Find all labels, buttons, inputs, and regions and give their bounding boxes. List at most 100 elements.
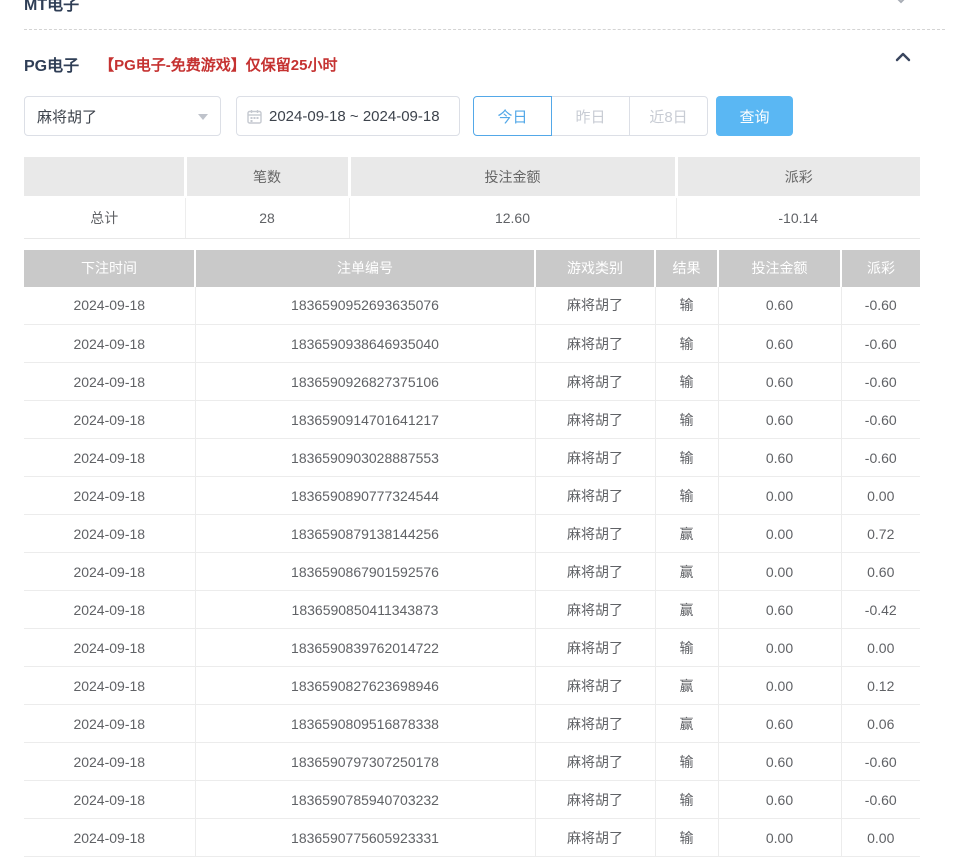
query-button[interactable]: 查询 <box>716 96 793 136</box>
payout-cell: -0.60 <box>841 325 920 363</box>
previous-section-row: MT电子 <box>24 0 945 12</box>
today-button[interactable]: 今日 <box>473 96 552 136</box>
date-range-value: 2024-09-18 ~ 2024-09-18 <box>269 108 440 125</box>
table-row: 2024-09-181836590867901592576麻将胡了赢0.000.… <box>24 553 920 591</box>
game-type-cell: 麻将胡了 <box>535 629 655 667</box>
header-result: 结果 <box>655 250 718 287</box>
table-row: 2024-09-181836590952693635076麻将胡了输0.60-0… <box>24 287 920 325</box>
game-type-cell: 麻将胡了 <box>535 287 655 325</box>
payout-cell: 0.00 <box>841 629 920 667</box>
payout-cell: 0.00 <box>841 477 920 515</box>
result-cell: 输 <box>655 401 718 439</box>
order-id-cell: 1836590903028887553 <box>195 439 535 477</box>
game-type-cell: 麻将胡了 <box>535 477 655 515</box>
bet-amount-cell: 0.60 <box>718 705 841 743</box>
payout-cell: 0.72 <box>841 515 920 553</box>
table-row: 2024-09-181836590903028887553麻将胡了输0.60-0… <box>24 439 920 477</box>
order-id-cell: 1836590938646935040 <box>195 325 535 363</box>
payout-cell: 0.60 <box>841 553 920 591</box>
table-row: 2024-09-181836590926827375106麻将胡了输0.60-0… <box>24 363 920 401</box>
game-type-cell: 麻将胡了 <box>535 439 655 477</box>
result-cell: 输 <box>655 781 718 819</box>
collapse-section-button[interactable] <box>894 50 912 67</box>
payout-cell: 0.12 <box>841 667 920 705</box>
bet-amount-cell: 0.60 <box>718 287 841 325</box>
bet-table-body: 2024-09-181836590952693635076麻将胡了输0.60-0… <box>24 287 920 857</box>
order-id-cell: 1836590879138144256 <box>195 515 535 553</box>
result-cell: 输 <box>655 439 718 477</box>
order-id-cell: 1836590797307250178 <box>195 743 535 781</box>
table-row: 2024-09-181836590775605923331麻将胡了输0.000.… <box>24 819 920 857</box>
bet-time-cell: 2024-09-18 <box>24 439 195 477</box>
bet-time-cell: 2024-09-18 <box>24 515 195 553</box>
table-row: 2024-09-181836590890777324544麻将胡了输0.000.… <box>24 477 920 515</box>
result-cell: 赢 <box>655 705 718 743</box>
result-cell: 输 <box>655 629 718 667</box>
bet-time-cell: 2024-09-18 <box>24 667 195 705</box>
bet-time-cell: 2024-09-18 <box>24 553 195 591</box>
bet-table-header-row: 下注时间 注单编号 游戏类别 结果 投注金额 派彩 <box>24 250 920 287</box>
order-id-cell: 1836590775605923331 <box>195 819 535 857</box>
summary-header-payout: 派彩 <box>676 157 920 197</box>
bet-time-cell: 2024-09-18 <box>24 477 195 515</box>
bet-amount-cell: 0.00 <box>718 553 841 591</box>
game-type-cell: 麻将胡了 <box>535 553 655 591</box>
payout-cell: -0.60 <box>841 287 920 325</box>
bet-time-cell: 2024-09-18 <box>24 325 195 363</box>
bet-amount-cell: 0.60 <box>718 591 841 629</box>
table-row: 2024-09-181836590785940703232麻将胡了输0.60-0… <box>24 781 920 819</box>
result-cell: 输 <box>655 287 718 325</box>
order-id-cell: 1836590827623698946 <box>195 667 535 705</box>
section-divider <box>24 29 945 30</box>
payout-cell: -0.60 <box>841 401 920 439</box>
summary-header-empty <box>24 157 185 197</box>
header-bet-time: 下注时间 <box>24 250 195 287</box>
summary-table: 笔数 投注金额 派彩 总计 28 12.60 -10.14 <box>24 157 920 239</box>
result-cell: 赢 <box>655 553 718 591</box>
bet-amount-cell: 0.60 <box>718 325 841 363</box>
bet-time-cell: 2024-09-18 <box>24 781 195 819</box>
chevron-up-icon <box>894 52 912 67</box>
section-title: PG电子 <box>24 52 79 76</box>
order-id-cell: 1836590785940703232 <box>195 781 535 819</box>
previous-section-title: MT电子 <box>24 0 945 12</box>
summary-total-payout: -10.14 <box>676 197 920 238</box>
game-type-cell: 麻将胡了 <box>535 363 655 401</box>
game-type-cell: 麻将胡了 <box>535 781 655 819</box>
bet-time-cell: 2024-09-18 <box>24 287 195 325</box>
game-type-cell: 麻将胡了 <box>535 819 655 857</box>
summary-header-row: 笔数 投注金额 派彩 <box>24 157 920 197</box>
result-cell: 赢 <box>655 667 718 705</box>
header-game-type: 游戏类别 <box>535 250 655 287</box>
bet-amount-cell: 0.60 <box>718 439 841 477</box>
table-row: 2024-09-181836590850411343873麻将胡了赢0.60-0… <box>24 591 920 629</box>
quick-range-button-group: 今日 昨日 近8日 <box>473 96 708 136</box>
table-row: 2024-09-181836590827623698946麻将胡了赢0.000.… <box>24 667 920 705</box>
bet-amount-cell: 0.60 <box>718 781 841 819</box>
game-type-cell: 麻将胡了 <box>535 401 655 439</box>
game-type-cell: 麻将胡了 <box>535 515 655 553</box>
bet-time-cell: 2024-09-18 <box>24 819 195 857</box>
table-row: 2024-09-181836590797307250178麻将胡了输0.60-0… <box>24 743 920 781</box>
chevron-down-icon[interactable] <box>893 0 909 12</box>
bet-time-cell: 2024-09-18 <box>24 363 195 401</box>
payout-cell: 0.06 <box>841 705 920 743</box>
yesterday-button[interactable]: 昨日 <box>551 96 630 136</box>
order-id-cell: 1836590890777324544 <box>195 477 535 515</box>
last-8-days-button[interactable]: 近8日 <box>629 96 708 136</box>
game-select[interactable]: 麻将胡了 <box>24 96 221 136</box>
bet-amount-cell: 0.60 <box>718 363 841 401</box>
section-notice: 【PG电子-免费游戏】仅保留25小时 <box>99 54 337 75</box>
bet-time-cell: 2024-09-18 <box>24 705 195 743</box>
order-id-cell: 1836590839762014722 <box>195 629 535 667</box>
summary-header-bet-amount: 投注金额 <box>349 157 676 197</box>
calendar-icon <box>247 109 262 124</box>
order-id-cell: 1836590926827375106 <box>195 363 535 401</box>
order-id-cell: 1836590809516878338 <box>195 705 535 743</box>
order-id-cell: 1836590952693635076 <box>195 287 535 325</box>
bet-amount-cell: 0.00 <box>718 667 841 705</box>
date-range-input[interactable]: 2024-09-18 ~ 2024-09-18 <box>236 96 460 136</box>
bet-amount-cell: 0.00 <box>718 629 841 667</box>
bet-amount-cell: 0.00 <box>718 477 841 515</box>
payout-cell: -0.60 <box>841 743 920 781</box>
